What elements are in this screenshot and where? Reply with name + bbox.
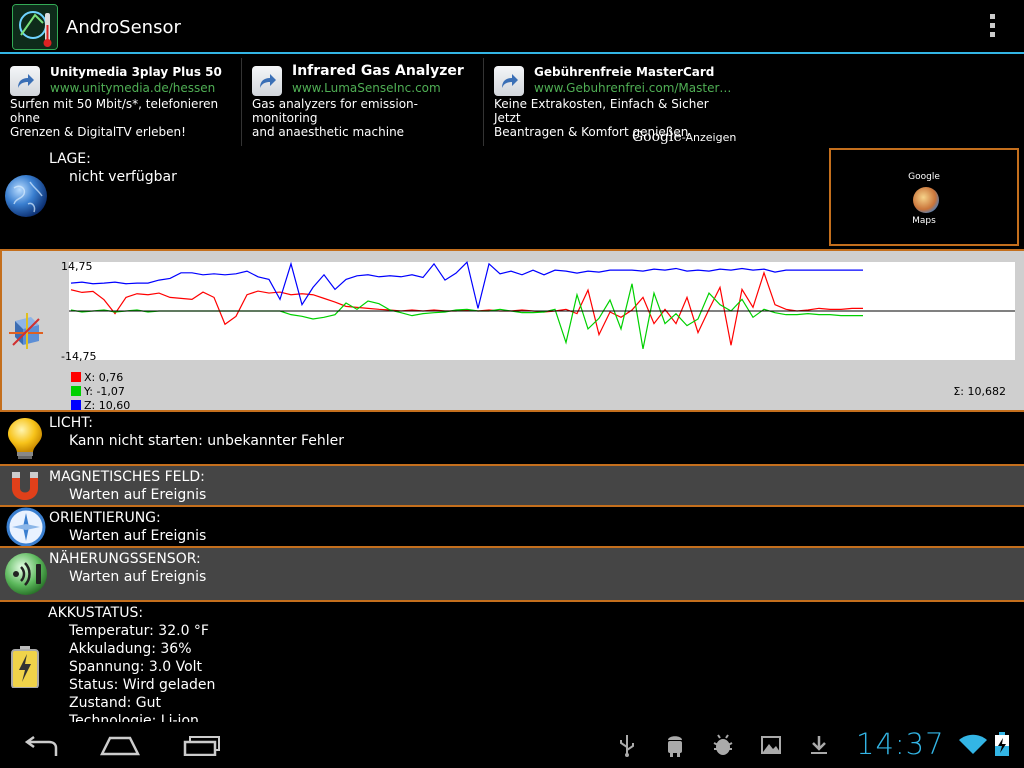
ad-description-line: Gas analyzers for emission- monitoring bbox=[252, 97, 418, 125]
light-value: Kann nicht starten: unbekannter Fehler bbox=[69, 433, 345, 449]
magnet-icon bbox=[4, 466, 46, 508]
recent-apps-icon[interactable] bbox=[182, 734, 222, 756]
proximity-row: NÄHERUNGSSENSOR: Warten auf Ereignis bbox=[0, 548, 1024, 600]
y-tick-label: 14,75 bbox=[61, 260, 93, 273]
overflow-menu-icon[interactable] bbox=[982, 14, 1002, 42]
orientation-value: Warten auf Ereignis bbox=[69, 528, 207, 544]
ad-description-line: Surfen mit 50 Mbit/s*, telefonieren ohne bbox=[10, 97, 219, 125]
battery-charge: Akkuladung: 36% bbox=[69, 641, 192, 657]
maps-button-line2: Maps bbox=[912, 216, 936, 226]
ad-title[interactable]: Infrared Gas Analyzer bbox=[292, 63, 464, 79]
google-maps-button[interactable]: Google Maps bbox=[829, 148, 1019, 246]
picture-icon[interactable] bbox=[760, 734, 782, 756]
app-title: AndroSensor bbox=[66, 17, 181, 38]
location-value: nicht verfügbar bbox=[69, 169, 177, 185]
android-debug-icon[interactable] bbox=[664, 733, 686, 757]
ad-description-line: and anaesthetic machine bbox=[252, 125, 405, 139]
ad-item[interactable]: Infrared Gas Analyzer www.LumaSenseInc.c… bbox=[252, 56, 480, 146]
battery-status: Status: Wird geladen bbox=[69, 677, 216, 693]
magnitude-sum: Σ: 10,682 bbox=[953, 385, 1006, 398]
ads-suffix: -Anzeigen bbox=[681, 131, 737, 144]
proximity-value: Warten auf Ereignis bbox=[69, 569, 207, 585]
battery-icon bbox=[10, 646, 52, 689]
ad-title[interactable]: Gebührenfreie MasterCard bbox=[534, 65, 714, 79]
legend-y: Y: -1,07 bbox=[71, 385, 125, 398]
battery-label: AKKUSTATUS: bbox=[48, 605, 144, 621]
maps-button-line1: Google bbox=[908, 172, 940, 182]
y-tick-label: -14,75 bbox=[61, 350, 96, 363]
accelerometer-side bbox=[2, 251, 50, 411]
accelerometer-chart: 14,75 -14,75 X: 0,76 Y: -1,07 Z: 10,60 Σ… bbox=[51, 251, 1024, 412]
wifi-icon[interactable] bbox=[958, 734, 988, 756]
ad-description: Gas analyzers for emission- monitoring a… bbox=[252, 97, 480, 139]
share-arrow-icon bbox=[494, 66, 524, 96]
ad-url[interactable]: www.Gebuhrenfrei.com/Master… bbox=[534, 81, 731, 95]
magnetic-value: Warten auf Ereignis bbox=[69, 487, 207, 503]
battery-row: AKKUSTATUS: Temperatur: 32.0 °F Akkuladu… bbox=[0, 602, 1024, 722]
share-arrow-icon bbox=[10, 66, 40, 96]
legend-x: X: 0,76 bbox=[71, 371, 123, 384]
maps-globe-icon bbox=[913, 187, 939, 213]
ad-banner[interactable]: Unitymedia 3play Plus 50 www.unitymedia.… bbox=[0, 56, 1024, 148]
android-bug-icon[interactable] bbox=[712, 733, 734, 757]
share-arrow-icon bbox=[252, 66, 282, 96]
legend-label: Y: -1,07 bbox=[84, 385, 125, 398]
legend-swatch bbox=[71, 386, 81, 396]
light-bulb-icon bbox=[4, 416, 46, 459]
google-brand: Google bbox=[632, 129, 682, 145]
orientation-label: ORIENTIERUNG: bbox=[49, 510, 161, 526]
back-icon[interactable] bbox=[20, 734, 60, 756]
ad-divider bbox=[241, 58, 242, 146]
magnetic-label: MAGNETISCHES FELD: bbox=[49, 469, 205, 485]
legend-swatch bbox=[71, 400, 81, 410]
ad-divider bbox=[483, 58, 484, 146]
home-icon[interactable] bbox=[100, 734, 140, 756]
system-bar: 14:37 bbox=[0, 722, 1024, 768]
accelerometer-row: 14,75 -14,75 X: 0,76 Y: -1,07 Z: 10,60 Σ… bbox=[0, 249, 1024, 412]
magnetic-field-row: MAGNETISCHES FELD: Warten auf Ereignis bbox=[0, 466, 1024, 506]
location-label: LAGE: bbox=[49, 151, 91, 167]
battery-temperature: Temperatur: 32.0 °F bbox=[69, 623, 209, 639]
orientation-row: ORIENTIERUNG: Warten auf Ereignis bbox=[0, 507, 1024, 547]
clock[interactable]: 14:37 bbox=[856, 727, 945, 761]
proximity-label: NÄHERUNGSSENSOR: bbox=[49, 551, 201, 567]
globe-icon bbox=[4, 174, 47, 217]
chart-svg: 14,75 -14,75 bbox=[61, 260, 1015, 363]
ads-by-google[interactable]: Google-Anzeigen bbox=[632, 129, 736, 145]
app-logo-icon[interactable] bbox=[12, 4, 58, 50]
ad-description-line: Grenzen & DigitalTV erleben! bbox=[10, 125, 186, 139]
battery-health: Zustand: Gut bbox=[69, 695, 161, 711]
ad-description: Surfen mit 50 Mbit/s*, telefonieren ohne… bbox=[10, 97, 238, 139]
action-bar: AndroSensor bbox=[0, 0, 1024, 54]
light-row: LICHT: Kann nicht starten: unbekannter F… bbox=[0, 412, 1024, 464]
ad-title[interactable]: Unitymedia 3play Plus 50 bbox=[50, 65, 222, 79]
axes-cube-icon bbox=[5, 309, 47, 351]
battery-voltage: Spannung: 3.0 Volt bbox=[69, 659, 203, 675]
usb-icon[interactable] bbox=[616, 733, 638, 757]
ad-item[interactable]: Unitymedia 3play Plus 50 www.unitymedia.… bbox=[10, 56, 238, 146]
download-icon[interactable] bbox=[808, 734, 830, 756]
compass-icon bbox=[4, 507, 46, 549]
ad-description-line: Keine Extrakosten, Einfach & Sicher Jetz… bbox=[494, 97, 709, 125]
legend-label: X: 0,76 bbox=[84, 371, 124, 384]
ad-url[interactable]: www.unitymedia.de/hessen bbox=[50, 81, 215, 95]
battery-status-icon[interactable] bbox=[994, 732, 1010, 756]
legend-swatch bbox=[71, 372, 81, 382]
battery-technology: Technologie: Li-ion bbox=[69, 713, 199, 722]
ad-url[interactable]: www.LumaSenseInc.com bbox=[292, 81, 441, 95]
proximity-sensor-icon bbox=[4, 552, 47, 595]
light-label: LICHT: bbox=[49, 415, 93, 431]
